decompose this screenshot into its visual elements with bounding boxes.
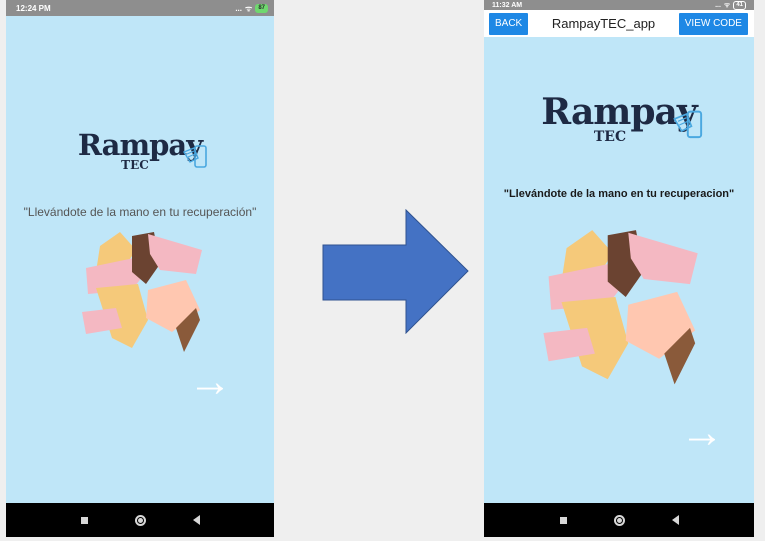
handshake-illustration [82, 232, 202, 352]
status-icons: ... ᯤ 41 [715, 0, 746, 10]
status-bar: 12:24 PM ... ᯤ 87 [6, 0, 274, 16]
app-logo: Rampay TEC [6, 128, 274, 172]
app-logo: Rampay TEC [484, 91, 754, 145]
recents-button[interactable] [78, 514, 90, 526]
battery-icon: 87 [255, 3, 268, 13]
android-nav-bar [484, 503, 754, 537]
logo-subtitle: TEC [121, 158, 149, 172]
tagline: "Llevándote de la mano en tu recuperacio… [503, 188, 735, 200]
logo-subtitle: TEC [593, 129, 627, 145]
home-button[interactable] [613, 514, 625, 526]
phone-screenshot-after: 11:32 AM ... ᯤ 41 BACK RampayTEC_app VIE… [484, 0, 754, 537]
wifi-icon: ᯤ [245, 3, 253, 13]
home-button[interactable] [134, 514, 146, 526]
status-time: 12:24 PM [16, 3, 51, 13]
next-arrow-icon[interactable]: → [680, 411, 724, 455]
transition-arrow [322, 209, 469, 334]
battery-icon: 41 [733, 0, 746, 10]
wifi-icon: ᯤ [723, 1, 731, 9]
android-nav-bar [6, 503, 274, 537]
next-arrow-icon[interactable]: → [188, 360, 232, 404]
back-nav-button[interactable] [190, 514, 202, 526]
app-toolbar: BACK RampayTEC_app VIEW CODE [484, 10, 754, 37]
recents-button[interactable] [557, 514, 569, 526]
app-screen: Rampay TEC "Llevándote de la mano en tu … [6, 16, 274, 503]
status-time: 11:32 AM [492, 1, 523, 9]
phone-logo-icon [182, 145, 207, 168]
back-button[interactable]: BACK [489, 12, 529, 35]
view-code-button[interactable]: VIEW CODE [678, 12, 748, 35]
app-screen: Rampay TEC "Llevándote de la mano en tu … [484, 37, 754, 503]
signal-dots: ... [715, 1, 721, 9]
app-title: RampayTEC_app [551, 16, 656, 31]
handshake-illustration [543, 230, 698, 385]
status-bar: 11:32 AM ... ᯤ 41 [484, 0, 754, 10]
phone-screenshot-before: 12:24 PM ... ᯤ 87 Rampay TEC "Llevándote… [6, 0, 274, 537]
status-icons: ... ᯤ 87 [235, 3, 268, 14]
tagline: "Llevándote de la mano en tu recuperació… [23, 205, 257, 219]
back-nav-button[interactable] [669, 514, 681, 526]
phone-logo-icon [673, 110, 703, 139]
signal-dots: ... [235, 3, 242, 13]
